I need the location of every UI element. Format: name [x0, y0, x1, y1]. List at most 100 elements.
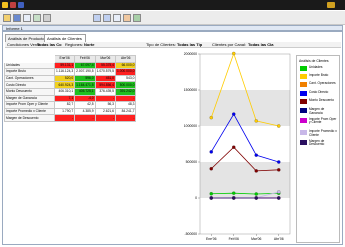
table-cell: 596,0	[74, 74, 96, 83]
row-label: Importe Promedio x Cliente	[4, 107, 55, 116]
table-cell: 500.000,0	[115, 81, 137, 89]
legend-label: Margen de Ganancia	[309, 107, 325, 115]
table-cell: 1.164.471,5	[74, 81, 96, 89]
table-cell: -	[74, 114, 96, 122]
table-cell: 405.725,1	[74, 87, 96, 96]
row-label: Importe Prom Oper y Cliente	[4, 101, 55, 109]
table-cell: 376.439,5	[94, 87, 117, 96]
table-header-row: Ene'06 Feb'06 Mar'06 Abr'06	[4, 55, 137, 63]
legend-item: Monto Descuento	[300, 98, 338, 105]
data-point	[232, 196, 236, 200]
legend-item: Costo Directo	[300, 90, 338, 97]
user-icon[interactable]	[327, 2, 335, 8]
data-point	[254, 192, 258, 196]
print-icon[interactable]	[43, 14, 51, 22]
table-icon[interactable]	[113, 14, 121, 22]
data-point	[209, 167, 213, 171]
data-point	[277, 124, 281, 128]
table-cell: 55.375,4	[94, 61, 117, 70]
column-header[interactable]: Abr'06	[115, 55, 137, 63]
legend-item: Margen de Ganancia	[300, 108, 338, 115]
legend-item: Cant. Operaciones	[300, 81, 338, 87]
table-cell: 2.007.190,5	[74, 68, 96, 76]
refresh-icon[interactable]	[133, 14, 141, 22]
x-tick-label: Mar'06	[251, 237, 261, 241]
line-chart: 2000000 1500000 1000000 500000 0 -500000 Ene'0…	[184, 51, 291, 241]
table-cell: 543,0	[115, 74, 137, 83]
data-point	[254, 119, 258, 123]
data-point	[277, 168, 281, 172]
legend-item: Importe Prom Oper y Cliente	[300, 116, 338, 125]
client-type-filter-label: Tipo de Clientes:	[146, 42, 176, 47]
window-titlebar	[0, 0, 345, 10]
legend-title: Análisis de Clientes	[299, 59, 329, 63]
bar-chart-icon[interactable]	[123, 14, 131, 22]
close-app-icon[interactable]	[10, 2, 16, 8]
legend-label: Monto Descuento	[309, 98, 334, 103]
table-row: Costo Directo 640.924,3 1.164.471,5 594.…	[4, 81, 137, 89]
region-filter-label: Regiones:	[65, 42, 84, 47]
table-cell: 451,0	[94, 74, 117, 83]
region-filter-select[interactable]: Norte	[84, 42, 94, 48]
table-cell: 4.385,9	[74, 107, 96, 116]
legend-label: Cant. Operaciones	[309, 81, 336, 85]
column-header[interactable]: Mar'06	[94, 55, 117, 63]
data-point	[232, 191, 236, 195]
chart-icon[interactable]	[33, 14, 41, 22]
app-icon	[2, 2, 8, 8]
plot-band	[200, 90, 290, 126]
vendor-filter-select[interactable]: Todas las Co	[37, 42, 62, 48]
table-cell: 1.116.124,3	[53, 68, 76, 76]
table-cell: 640.924,3	[53, 81, 76, 89]
table-cell: 82,7	[53, 101, 76, 109]
help-icon[interactable]	[18, 2, 24, 8]
y-tick-label: 0	[195, 196, 197, 200]
row-label: Monto Descuento	[4, 87, 55, 96]
data-point	[277, 160, 281, 164]
table-cell: 2.621,6	[94, 107, 117, 116]
table-cell: 1.070.579,5	[94, 68, 117, 76]
back-icon[interactable]	[93, 14, 101, 22]
table-row: Unidades 59.131,1 67.097,4 55.375,4 66.0…	[4, 61, 137, 70]
column-header[interactable]: Feb'06	[74, 55, 96, 63]
legend-swatch	[300, 117, 307, 123]
filter-bar: Condiciones Venta: Todas las Co Regiones…	[5, 42, 341, 48]
chart-legend: Análisis de Clientes Unidades Importe Bru…	[296, 55, 340, 243]
table-cell: -4,0	[74, 94, 96, 103]
y-tick-label: 1000000	[184, 124, 197, 128]
column-header[interactable]: Ene'06	[53, 55, 76, 63]
row-label: Margen de Descuento	[4, 114, 55, 122]
client-type-filter-select[interactable]: Todas las Tip	[177, 42, 202, 48]
folder-icon[interactable]	[3, 14, 11, 22]
legend-item: Unidades	[300, 65, 338, 71]
y-tick-label: -500000	[185, 232, 198, 236]
channel-filter-select[interactable]: Todas las Cla	[248, 42, 274, 48]
plot-band	[200, 54, 290, 90]
channel-filter-label: Clientes por Canal:	[212, 42, 247, 47]
x-tick-label: Feb'06	[229, 237, 239, 241]
table-cell: -	[53, 114, 76, 122]
table-row: Margen de Ganancia 7,1 -4,0 - -	[4, 94, 137, 103]
legend-swatch	[300, 74, 307, 79]
x-tick-label: Abr'06	[274, 237, 284, 241]
legend-label: Importe Prom Oper y Cliente	[309, 116, 337, 124]
legend-label: Costo Directo	[309, 90, 329, 95]
grid-icon[interactable]	[23, 14, 31, 22]
data-point	[277, 190, 281, 194]
table-corner	[4, 55, 55, 63]
data-point	[254, 153, 258, 157]
table-cell: 594.856,4	[94, 81, 117, 89]
data-point	[232, 145, 236, 149]
x-tick-label: Ene'06	[206, 237, 217, 241]
legend-swatch	[300, 139, 307, 145]
table-cell: 520,0	[53, 74, 76, 83]
legend-swatch	[300, 66, 307, 71]
data-table: Ene'06 Feb'06 Mar'06 Abr'06 Unidades 59.…	[4, 55, 137, 122]
table-cell: 406.310,1	[53, 87, 76, 96]
table-cell: 42,5	[74, 101, 96, 109]
y-tick-label: 500000	[186, 160, 197, 164]
save-icon[interactable]	[13, 14, 21, 22]
data-point	[209, 150, 213, 154]
legend-label: Importe Promedio x Cliente	[309, 129, 337, 137]
forward-icon[interactable]	[103, 14, 111, 22]
